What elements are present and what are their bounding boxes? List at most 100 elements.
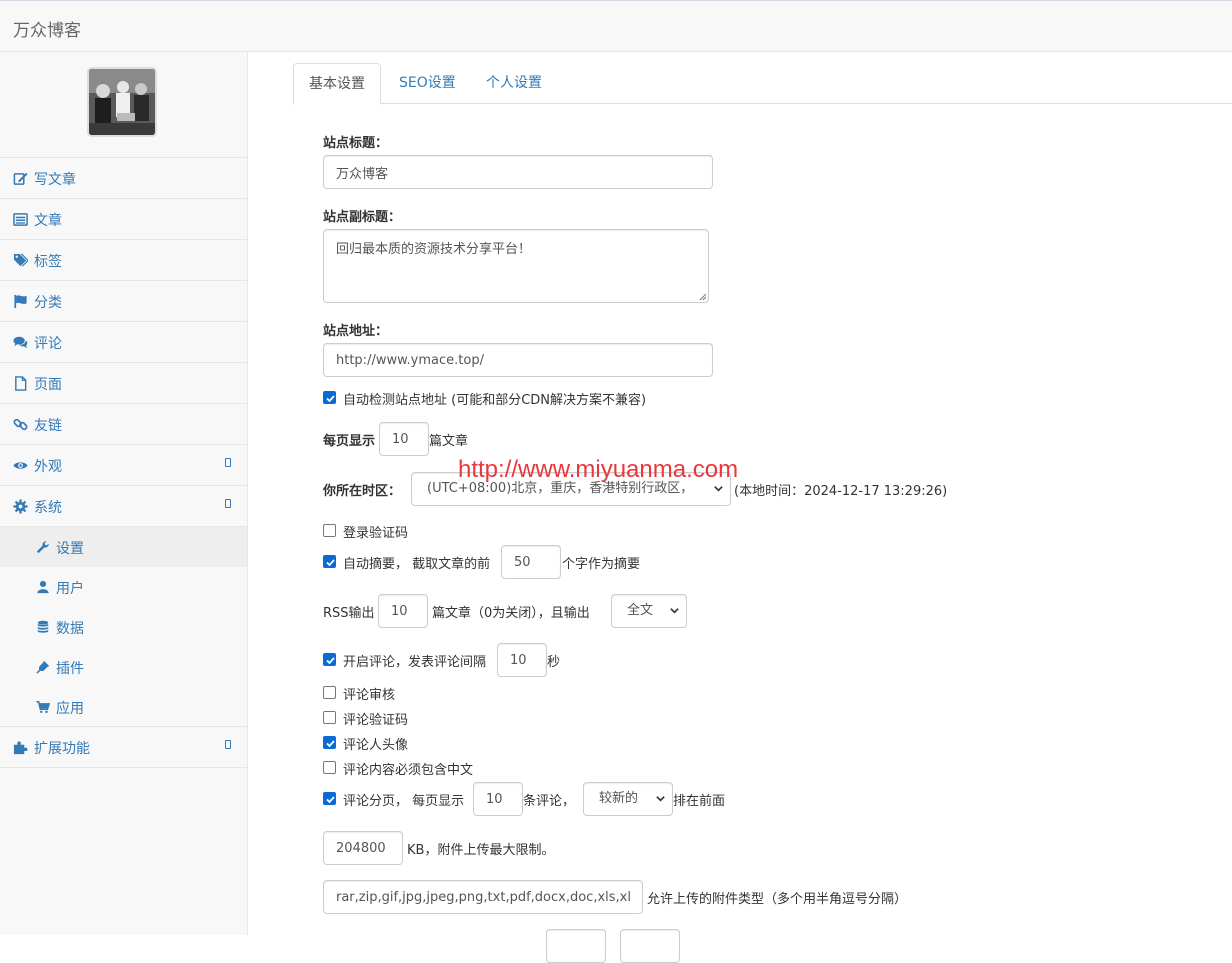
puzzle-icon (13, 741, 28, 755)
sidebar-item-links[interactable]: 友链 (0, 404, 247, 445)
login-captcha-label: 登录验证码 (343, 526, 409, 541)
attachment-size-suffix: KB，附件上传最大限制。 (407, 843, 555, 858)
comment-order-select[interactable]: 较新的 (583, 782, 673, 816)
sidebar-subitem-data[interactable]: 数据 (0, 607, 247, 647)
sidebar-item-label: 外观 (34, 459, 62, 475)
comment-chinese-label: 评论内容必须包含中文 (343, 763, 474, 778)
attachment-size-input[interactable] (323, 831, 403, 865)
comment-avatar-label: 评论人头像 (343, 738, 409, 753)
auto-excerpt-checkbox[interactable] (323, 555, 336, 568)
sidebar-item-extensions[interactable]: 扩展功能 (0, 727, 247, 768)
site-subtitle-label: 站点副标题： (323, 210, 402, 225)
avatar-photo-icon (89, 69, 155, 135)
site-subtitle-textarea[interactable]: 回归最本质的资源技术分享平台！ (323, 229, 709, 303)
tab-basic-settings[interactable]: 基本设置 (293, 63, 381, 105)
next-row-input-2[interactable] (620, 929, 680, 963)
rss-middle-text: 篇文章（0为关闭），且输出 (432, 606, 590, 621)
per-page-suffix: 篇文章 (429, 434, 469, 449)
list-icon (13, 213, 28, 226)
auto-excerpt-input[interactable] (501, 545, 561, 579)
comment-avatar-checkbox[interactable] (323, 736, 336, 749)
sidebar-subitem-settings[interactable]: 设置 (0, 527, 247, 567)
sidebar-subitem-plugins[interactable]: 插件 (0, 647, 247, 687)
next-row-input-1[interactable] (546, 929, 606, 963)
plug-icon (36, 660, 50, 674)
flag-icon (14, 294, 27, 309)
tab-personal-settings[interactable]: 个人设置 (486, 63, 542, 104)
sidebar-item-write-article[interactable]: 写文章 (0, 158, 247, 199)
sidebar-item-comments[interactable]: 评论 (0, 322, 247, 363)
expand-icon (225, 499, 231, 508)
link-icon (13, 418, 28, 431)
timezone-label: 你所在时区： (323, 484, 402, 499)
avatar[interactable] (87, 67, 157, 137)
sidebar-item-appearance[interactable]: 外观 (0, 445, 247, 486)
site-title-label: 站点标题： (323, 136, 389, 151)
rss-output-select[interactable]: 全文 (611, 594, 687, 628)
auto-detect-checkbox[interactable] (323, 391, 336, 404)
sidebar-item-categories[interactable]: 分类 (0, 281, 247, 322)
resize-handle-icon[interactable] (699, 293, 707, 301)
rss-count-input[interactable] (378, 594, 428, 628)
comment-captcha-checkbox[interactable] (323, 711, 336, 724)
attachment-types-input[interactable] (323, 880, 643, 914)
site-url-input[interactable] (323, 343, 713, 377)
expand-icon (225, 458, 231, 467)
sidebar-item-label: 插件 (56, 661, 84, 677)
eye-icon (13, 462, 28, 469)
user-icon (37, 580, 49, 594)
sidebar-item-articles[interactable]: 文章 (0, 199, 247, 240)
auto-detect-label: 自动检测站点地址 (可能和部分CDN解决方案不兼容) (343, 393, 647, 408)
comment-paging-suffix: 排在前面 (673, 794, 726, 809)
sidebar-item-label: 用户 (56, 581, 84, 597)
comment-interval-input[interactable] (497, 643, 547, 677)
check-icon (326, 559, 335, 567)
site-title-input[interactable] (323, 155, 713, 189)
sidebar-item-label: 友链 (34, 418, 62, 434)
comment-paging-middle: 条评论， (523, 794, 576, 809)
sidebar-item-system[interactable]: 系统 (0, 486, 247, 527)
comment-paging-input[interactable] (473, 782, 523, 816)
enable-comments-label: 开启评论，发表评论间隔 (343, 655, 487, 670)
per-page-input[interactable] (379, 422, 429, 456)
check-icon (326, 740, 335, 748)
attachment-types-suffix: 允许上传的附件类型（多个用半角逗号分隔） (647, 892, 908, 907)
tags-icon (13, 253, 28, 267)
sidebar-item-label: 设置 (56, 541, 84, 557)
top-navbar: 万众博客 (0, 0, 1232, 52)
auto-excerpt-suffix: 个字作为摘要 (562, 557, 641, 572)
sidebar-item-label: 评论 (34, 336, 62, 352)
sidebar-subitem-apps[interactable]: 应用 (0, 687, 247, 727)
comment-paging-checkbox[interactable] (323, 792, 336, 805)
comment-order-selected-value: 较新的 (599, 791, 639, 806)
login-captcha-checkbox[interactable] (323, 524, 336, 537)
sidebar-item-label: 标签 (34, 254, 62, 270)
sidebar-item-label: 文章 (34, 213, 62, 229)
comment-chinese-checkbox[interactable] (323, 761, 336, 774)
comment-review-label: 评论审核 (343, 688, 396, 703)
sidebar-item-label: 页面 (34, 377, 62, 393)
sidebar-item-pages[interactable]: 页面 (0, 363, 247, 404)
gear-icon (13, 499, 28, 514)
expand-icon (225, 740, 231, 749)
sidebar-item-label: 分类 (34, 295, 62, 311)
sidebar-item-tags[interactable]: 标签 (0, 240, 247, 281)
check-icon (326, 395, 335, 403)
sidebar-subitem-users[interactable]: 用户 (0, 567, 247, 607)
chevron-down-icon (670, 608, 679, 614)
tab-seo-settings[interactable]: SEO设置 (399, 63, 456, 104)
sidebar-item-label: 应用 (56, 701, 84, 717)
comment-captcha-label: 评论验证码 (343, 713, 409, 728)
comments-icon (13, 336, 28, 349)
comment-paging-prefix: 评论分页， 每页显示 (343, 794, 465, 809)
sidebar-item-label: 写文章 (34, 172, 76, 188)
file-icon (15, 376, 27, 391)
watermark-text: http://www.miyuanma.com (458, 456, 739, 483)
settings-tabs: 基本设置 SEO设置 个人设置 (293, 63, 1232, 105)
enable-comments-checkbox[interactable] (323, 653, 336, 666)
sidebar-item-label: 数据 (56, 621, 84, 637)
wrench-icon (36, 541, 49, 554)
database-icon (37, 620, 49, 633)
comment-review-checkbox[interactable] (323, 686, 336, 699)
brand-title[interactable]: 万众博客 (13, 16, 81, 41)
